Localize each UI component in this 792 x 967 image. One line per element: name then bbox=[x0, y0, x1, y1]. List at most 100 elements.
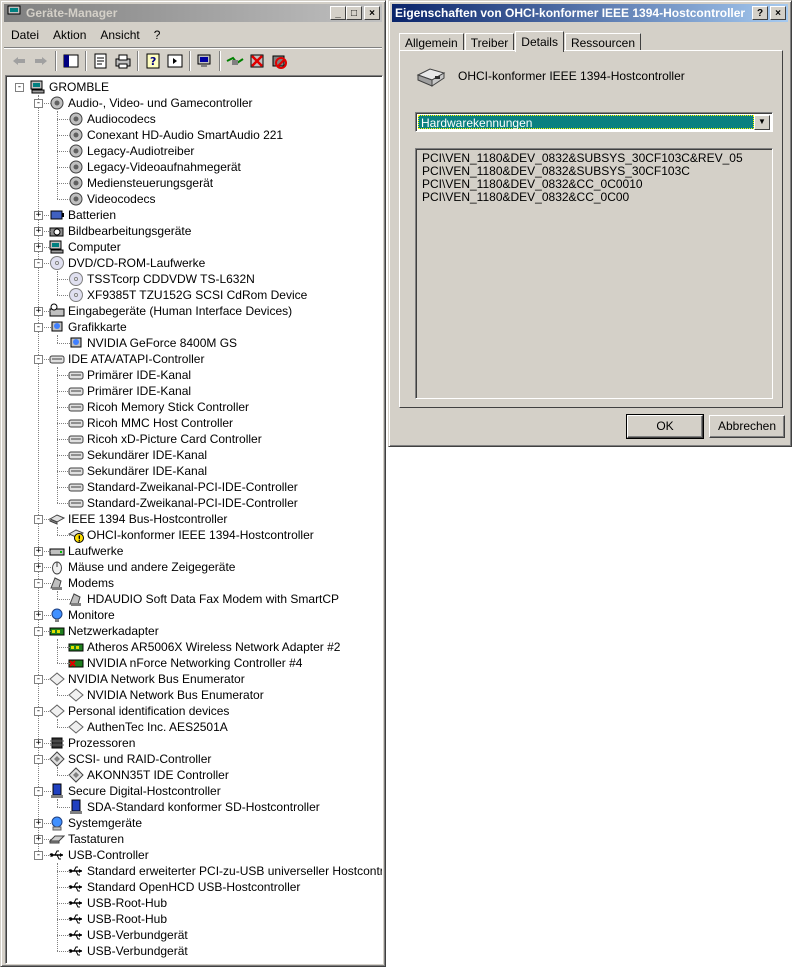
tree-device[interactable]: Legacy-Videoaufnahmegerät bbox=[68, 159, 241, 175]
collapse-toggle[interactable]: - bbox=[34, 99, 43, 108]
tree-category[interactable]: Netzwerkadapter bbox=[49, 623, 159, 639]
tree-device[interactable]: Standard-Zweikanal-PCI-IDE-Controller bbox=[68, 479, 298, 495]
tree-device[interactable]: Sekundärer IDE-Kanal bbox=[68, 447, 207, 463]
close-button[interactable]: × bbox=[364, 6, 380, 20]
property-select[interactable]: Hardwarekennungen ▼ bbox=[415, 112, 773, 132]
expand-toggle[interactable]: + bbox=[34, 739, 43, 748]
cancel-button[interactable]: Abbrechen bbox=[709, 415, 785, 438]
tree-device[interactable]: SDA-Standard konformer SD-Hostcontroller bbox=[68, 799, 320, 815]
tree-device[interactable]: USB-Verbundgerät bbox=[68, 927, 188, 943]
collapse-toggle[interactable]: - bbox=[34, 579, 43, 588]
expand-toggle[interactable]: + bbox=[34, 835, 43, 844]
print-icon[interactable] bbox=[112, 50, 134, 72]
tree-device[interactable]: Standard erweiterter PCI-zu-USB universe… bbox=[68, 863, 382, 879]
collapse-toggle[interactable]: - bbox=[34, 675, 43, 684]
properties-icon[interactable] bbox=[90, 50, 112, 72]
tree-device[interactable]: AuthenTec Inc. AES2501A bbox=[68, 719, 228, 735]
tree-device[interactable]: NVIDIA nForce Networking Controller #4 bbox=[68, 655, 302, 671]
back-arrow-icon[interactable] bbox=[8, 50, 30, 72]
expand-toggle[interactable]: + bbox=[34, 563, 43, 572]
tree-category[interactable]: Batterien bbox=[49, 207, 116, 223]
collapse-toggle[interactable]: - bbox=[34, 323, 43, 332]
tree-category[interactable]: NVIDIA Network Bus Enumerator bbox=[49, 671, 245, 687]
collapse-toggle[interactable]: - bbox=[15, 83, 24, 92]
expand-toggle[interactable]: + bbox=[34, 611, 43, 620]
view-icon[interactable] bbox=[164, 50, 186, 72]
uninstall-icon[interactable] bbox=[246, 50, 268, 72]
tree-device[interactable]: Standard-Zweikanal-PCI-IDE-Controller bbox=[68, 495, 298, 511]
tree-category[interactable]: Personal identification devices bbox=[49, 703, 229, 719]
tree-device[interactable]: XF9385T TZU152G SCSI CdRom Device bbox=[68, 287, 307, 303]
expand-toggle[interactable]: + bbox=[34, 227, 43, 236]
tree-category[interactable]: Monitore bbox=[49, 607, 115, 623]
expand-toggle[interactable]: + bbox=[34, 243, 43, 252]
tree-device[interactable]: Ricoh MMC Host Controller bbox=[68, 415, 233, 431]
tree-device[interactable]: USB-Root-Hub bbox=[68, 895, 167, 911]
ok-button[interactable]: OK bbox=[626, 414, 704, 439]
tree-category[interactable]: Computer bbox=[49, 239, 121, 255]
expand-toggle[interactable]: + bbox=[34, 819, 43, 828]
collapse-toggle[interactable]: - bbox=[34, 707, 43, 716]
chevron-down-icon[interactable]: ▼ bbox=[754, 115, 770, 130]
help-button[interactable]: ? bbox=[752, 6, 768, 20]
tree-category[interactable]: Audio-, Video- und Gamecontroller bbox=[49, 95, 253, 111]
tab-details[interactable]: Details bbox=[515, 31, 564, 52]
tree-device[interactable]: TSSTcorp CDDVDW TS-L632N bbox=[68, 271, 255, 287]
tab-ressourcen[interactable]: Ressourcen bbox=[564, 33, 641, 51]
tree-device[interactable]: Atheros AR5006X Wireless Network Adapter… bbox=[68, 639, 340, 655]
tree-category[interactable]: IDE ATA/ATAPI-Controller bbox=[49, 351, 204, 367]
device-tree[interactable]: GROMBLE - Audio-, Video- und Gamecontrolle… bbox=[5, 75, 383, 964]
collapse-toggle[interactable]: - bbox=[34, 259, 43, 268]
tree-category[interactable]: Mäuse und andere Zeigegeräte bbox=[49, 559, 235, 575]
tree-category[interactable]: Bildbearbeitungsgeräte bbox=[49, 223, 191, 239]
tree-category[interactable]: SCSI- und RAID-Controller bbox=[49, 751, 211, 767]
tree-device[interactable]: ! OHCI-konformer IEEE 1394-Hostcontroller bbox=[67, 527, 314, 544]
tree-category[interactable]: Grafikkarte bbox=[49, 319, 127, 335]
expand-toggle[interactable]: + bbox=[34, 547, 43, 556]
tree-device[interactable]: Primärer IDE-Kanal bbox=[68, 367, 191, 383]
console-tree-icon[interactable] bbox=[60, 50, 82, 72]
menu-datei[interactable]: Datei bbox=[4, 28, 46, 42]
device-manager-titlebar[interactable]: Geräte-Manager _ □ × bbox=[4, 4, 382, 22]
collapse-toggle[interactable]: - bbox=[34, 355, 43, 364]
tree-device[interactable]: Ricoh Memory Stick Controller bbox=[68, 399, 249, 415]
property-values-list[interactable]: PCI\VEN_1180&DEV_0832&SUBSYS_30CF103C&RE… bbox=[415, 148, 773, 399]
menu-aktion[interactable]: Aktion bbox=[46, 28, 93, 42]
expand-toggle[interactable]: + bbox=[34, 307, 43, 316]
tab-treiber[interactable]: Treiber bbox=[464, 33, 515, 51]
collapse-toggle[interactable]: - bbox=[34, 755, 43, 764]
tree-category[interactable]: IEEE 1394 Bus-Hostcontroller bbox=[48, 511, 227, 527]
minimize-button[interactable]: _ bbox=[330, 6, 346, 20]
list-item[interactable]: PCI\VEN_1180&DEV_0832&CC_0C00 bbox=[422, 191, 766, 204]
tree-category[interactable]: Systemgeräte bbox=[49, 815, 142, 831]
expand-toggle[interactable]: + bbox=[34, 211, 43, 220]
dialog-close-button[interactable]: × bbox=[770, 6, 786, 20]
tree-device[interactable]: Sekundärer IDE-Kanal bbox=[68, 463, 207, 479]
tree-category[interactable]: DVD/CD-ROM-Laufwerke bbox=[49, 255, 205, 271]
tree-category[interactable]: Eingabegeräte (Human Interface Devices) bbox=[49, 303, 292, 319]
tree-category[interactable]: Modems bbox=[49, 575, 114, 591]
tree-device[interactable]: USB-Root-Hub bbox=[68, 911, 167, 927]
collapse-toggle[interactable]: - bbox=[34, 851, 43, 860]
update-driver-icon[interactable] bbox=[224, 50, 246, 72]
tree-device[interactable]: Audiocodecs bbox=[68, 111, 156, 127]
tree-device[interactable]: Mediensteuerungsgerät bbox=[68, 175, 213, 191]
tree-device[interactable]: AKONN35T IDE Controller bbox=[68, 767, 229, 783]
collapse-toggle[interactable]: - bbox=[34, 787, 43, 796]
collapse-toggle[interactable]: - bbox=[34, 627, 43, 636]
disable-icon[interactable] bbox=[268, 50, 290, 72]
menu-help[interactable]: ? bbox=[147, 28, 168, 42]
tree-category[interactable]: Tastaturen bbox=[48, 831, 124, 847]
tree-device[interactable]: Ricoh xD-Picture Card Controller bbox=[68, 431, 262, 447]
scan-hardware-icon[interactable] bbox=[194, 50, 216, 72]
forward-arrow-icon[interactable] bbox=[30, 50, 52, 72]
properties-titlebar[interactable]: Eigenschaften von OHCI-konformer IEEE 13… bbox=[392, 4, 788, 22]
tree-device[interactable]: HDAUDIO Soft Data Fax Modem with SmartCP bbox=[68, 591, 339, 607]
tree-device[interactable]: Standard OpenHCD USB-Hostcontroller bbox=[68, 879, 300, 895]
tree-device[interactable]: Primärer IDE-Kanal bbox=[68, 383, 191, 399]
tree-root[interactable]: GROMBLE bbox=[30, 79, 109, 95]
collapse-toggle[interactable]: - bbox=[34, 515, 43, 524]
tree-device[interactable]: NVIDIA Network Bus Enumerator bbox=[68, 687, 264, 703]
maximize-button[interactable]: □ bbox=[346, 6, 362, 20]
tree-device[interactable]: USB-Verbundgerät bbox=[68, 943, 188, 959]
